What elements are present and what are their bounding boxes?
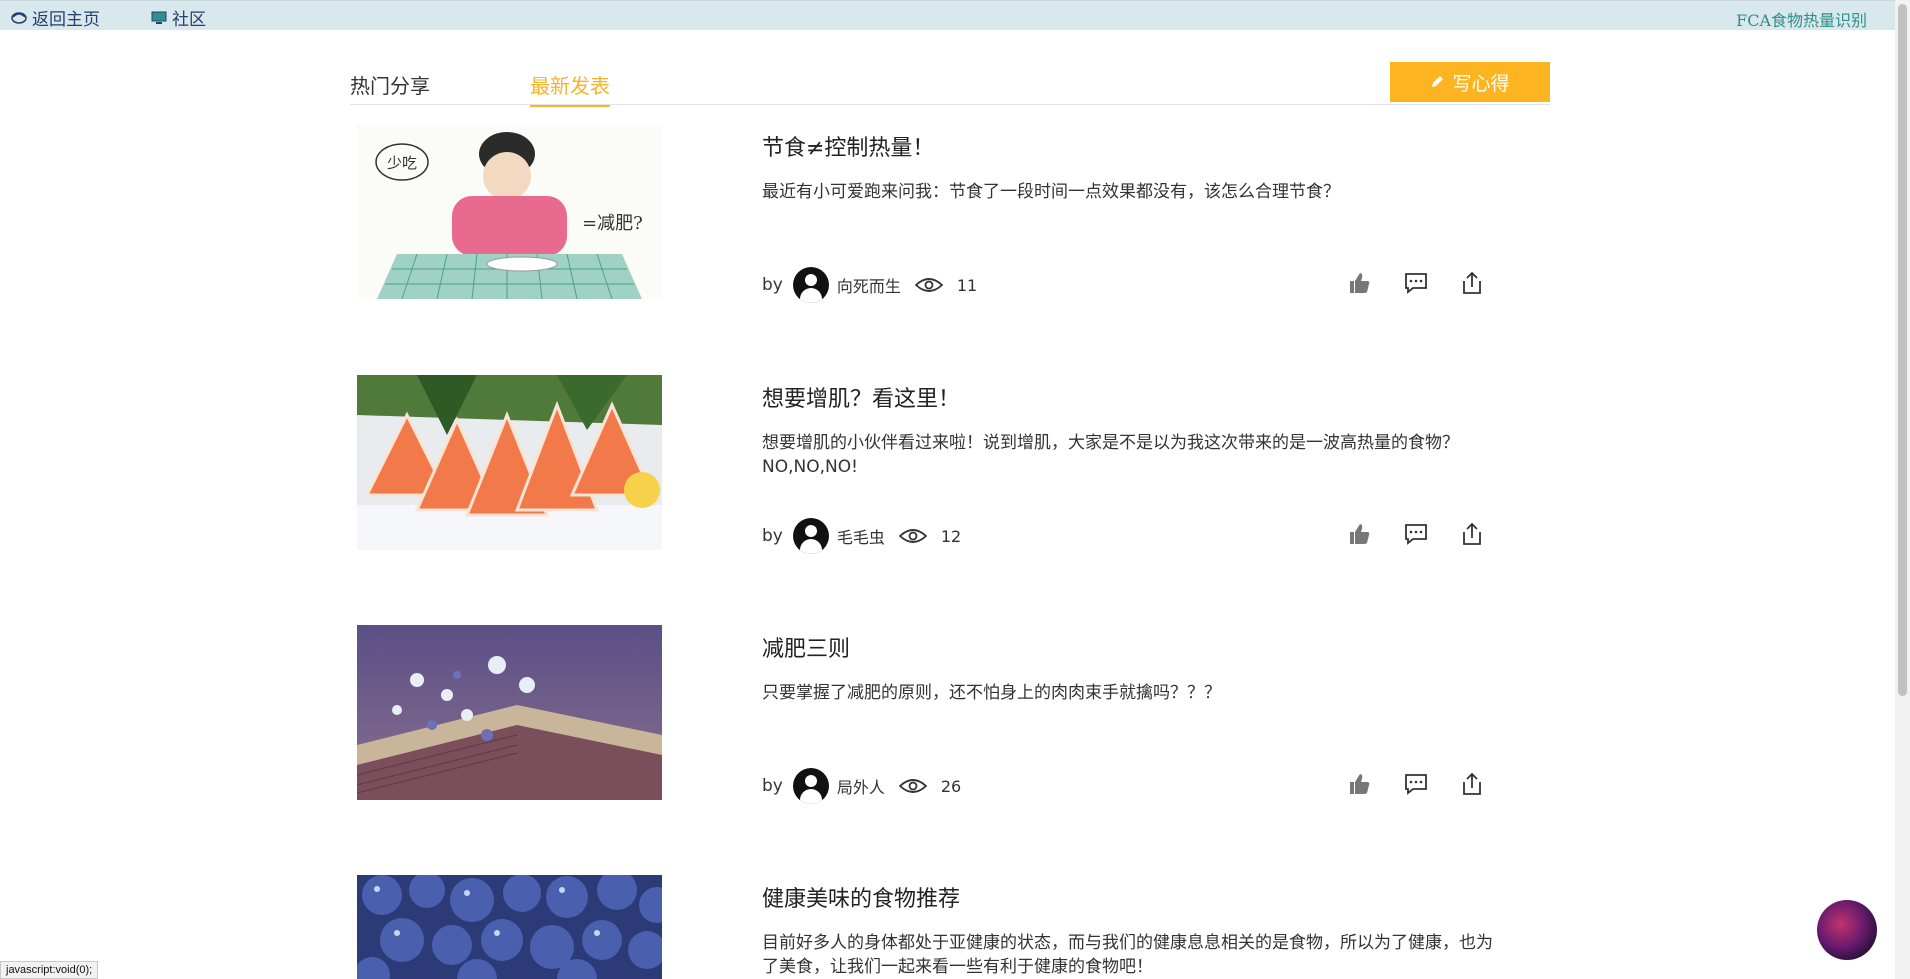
- post-item[interactable]: 健康美味的食物推荐 目前好多人的身体都处于亚健康的状态，而与我们的健康息息相关的…: [352, 875, 1552, 979]
- author-name[interactable]: 毛毛虫: [837, 524, 885, 548]
- post-summary: 目前好多人的身体都处于亚健康的状态，而与我们的健康息息相关的是食物，所以为了健康…: [762, 933, 1493, 977]
- home-link[interactable]: 返回主页: [10, 5, 100, 30]
- brand-title: FCA食物热量识别: [1736, 11, 1867, 30]
- eye-icon: [898, 779, 927, 793]
- post-item[interactable]: 想要增肌？看这里！ 想要增肌的小伙伴看过来啦！说到增肌，大家是不是以为我这次带来…: [352, 375, 1552, 555]
- avatar[interactable]: [792, 768, 829, 804]
- write-post-button[interactable]: 写心得: [1390, 62, 1550, 102]
- avatar[interactable]: [792, 267, 829, 303]
- eye-icon: [898, 529, 927, 543]
- view-count: 26: [940, 776, 962, 796]
- avatar[interactable]: [792, 518, 829, 554]
- comment-icon[interactable]: [1403, 270, 1429, 296]
- by-label: by: [762, 275, 783, 295]
- tab-popular[interactable]: 热门分享: [350, 70, 430, 105]
- post-meta: by 毛毛虫 12: [762, 518, 961, 554]
- post-meta: by 向死而生 11: [762, 267, 977, 303]
- comment-icon[interactable]: [1403, 771, 1429, 797]
- post-actions: [1347, 521, 1485, 547]
- post-actions: [1347, 771, 1485, 797]
- by-label: by: [762, 526, 783, 546]
- post-actions: [1347, 270, 1485, 296]
- post-title[interactable]: 健康美味的食物推荐: [762, 881, 960, 913]
- community-link[interactable]: 社区: [150, 5, 206, 30]
- tab-bar: 热门分享 最新发表 写心得: [350, 60, 1550, 107]
- scrollbar[interactable]: [1895, 0, 1910, 979]
- share-icon[interactable]: [1459, 521, 1485, 547]
- post-thumbnail[interactable]: [357, 625, 662, 800]
- home-icon: [11, 11, 27, 24]
- post-title[interactable]: 减肥三则: [762, 631, 850, 663]
- share-icon[interactable]: [1459, 771, 1485, 797]
- view-count: 12: [940, 526, 962, 546]
- post-title[interactable]: 想要增肌？看这里！: [762, 381, 960, 413]
- post-summary: 想要增肌的小伙伴看过来啦！说到增肌，大家是不是以为我这次带来的是一波高热量的食物…: [762, 433, 1459, 477]
- write-post-label: 写心得: [1452, 73, 1510, 95]
- post-summary: 只要掌握了减肥的原则，还不怕身上的肉肉束手就擒吗？？？: [762, 683, 1221, 703]
- svg-text:少吃: 少吃: [387, 154, 417, 172]
- home-link-label: 返回主页: [32, 10, 100, 30]
- by-label: by: [762, 776, 783, 796]
- scrollbar-thumb[interactable]: [1898, 4, 1907, 696]
- community-link-label: 社区: [172, 10, 206, 30]
- post-thumbnail[interactable]: 少吃 =减肥?: [357, 124, 662, 299]
- post-item[interactable]: 减肥三则 只要掌握了减肥的原则，还不怕身上的肉肉束手就擒吗？？？ by 局外人 …: [352, 625, 1552, 805]
- monitor-icon: [151, 11, 167, 24]
- top-bar: 返回主页 社区 FCA食物热量识别: [0, 0, 1895, 30]
- like-icon[interactable]: [1347, 771, 1373, 797]
- post-thumbnail[interactable]: [357, 375, 662, 550]
- pencil-icon: [1432, 76, 1444, 87]
- view-count: 11: [956, 275, 978, 295]
- post-summary: 最近有小可爱跑来问我：节食了一段时间一点效果都没有，该怎么合理节食？: [762, 182, 1340, 202]
- like-icon[interactable]: [1347, 521, 1373, 547]
- status-bar-url: javascript:void(0);: [0, 961, 99, 979]
- author-name[interactable]: 向死而生: [837, 273, 901, 297]
- comment-icon[interactable]: [1403, 521, 1429, 547]
- svg-text:=减肥?: =减肥?: [582, 213, 643, 234]
- post-thumbnail[interactable]: [357, 875, 662, 979]
- like-icon[interactable]: [1347, 270, 1373, 296]
- author-name[interactable]: 局外人: [837, 774, 885, 798]
- post-meta: by 局外人 26: [762, 768, 961, 804]
- post-item[interactable]: 少吃 =减肥? 节食≠控制热量！ 最近有小可爱跑来问我：节食了一段时间一点效果都…: [352, 124, 1552, 304]
- share-icon[interactable]: [1459, 270, 1485, 296]
- eye-icon: [914, 278, 943, 292]
- post-title[interactable]: 节食≠控制热量！: [762, 130, 934, 162]
- tab-latest[interactable]: 最新发表: [530, 70, 610, 107]
- floating-avatar-button[interactable]: [1817, 900, 1877, 960]
